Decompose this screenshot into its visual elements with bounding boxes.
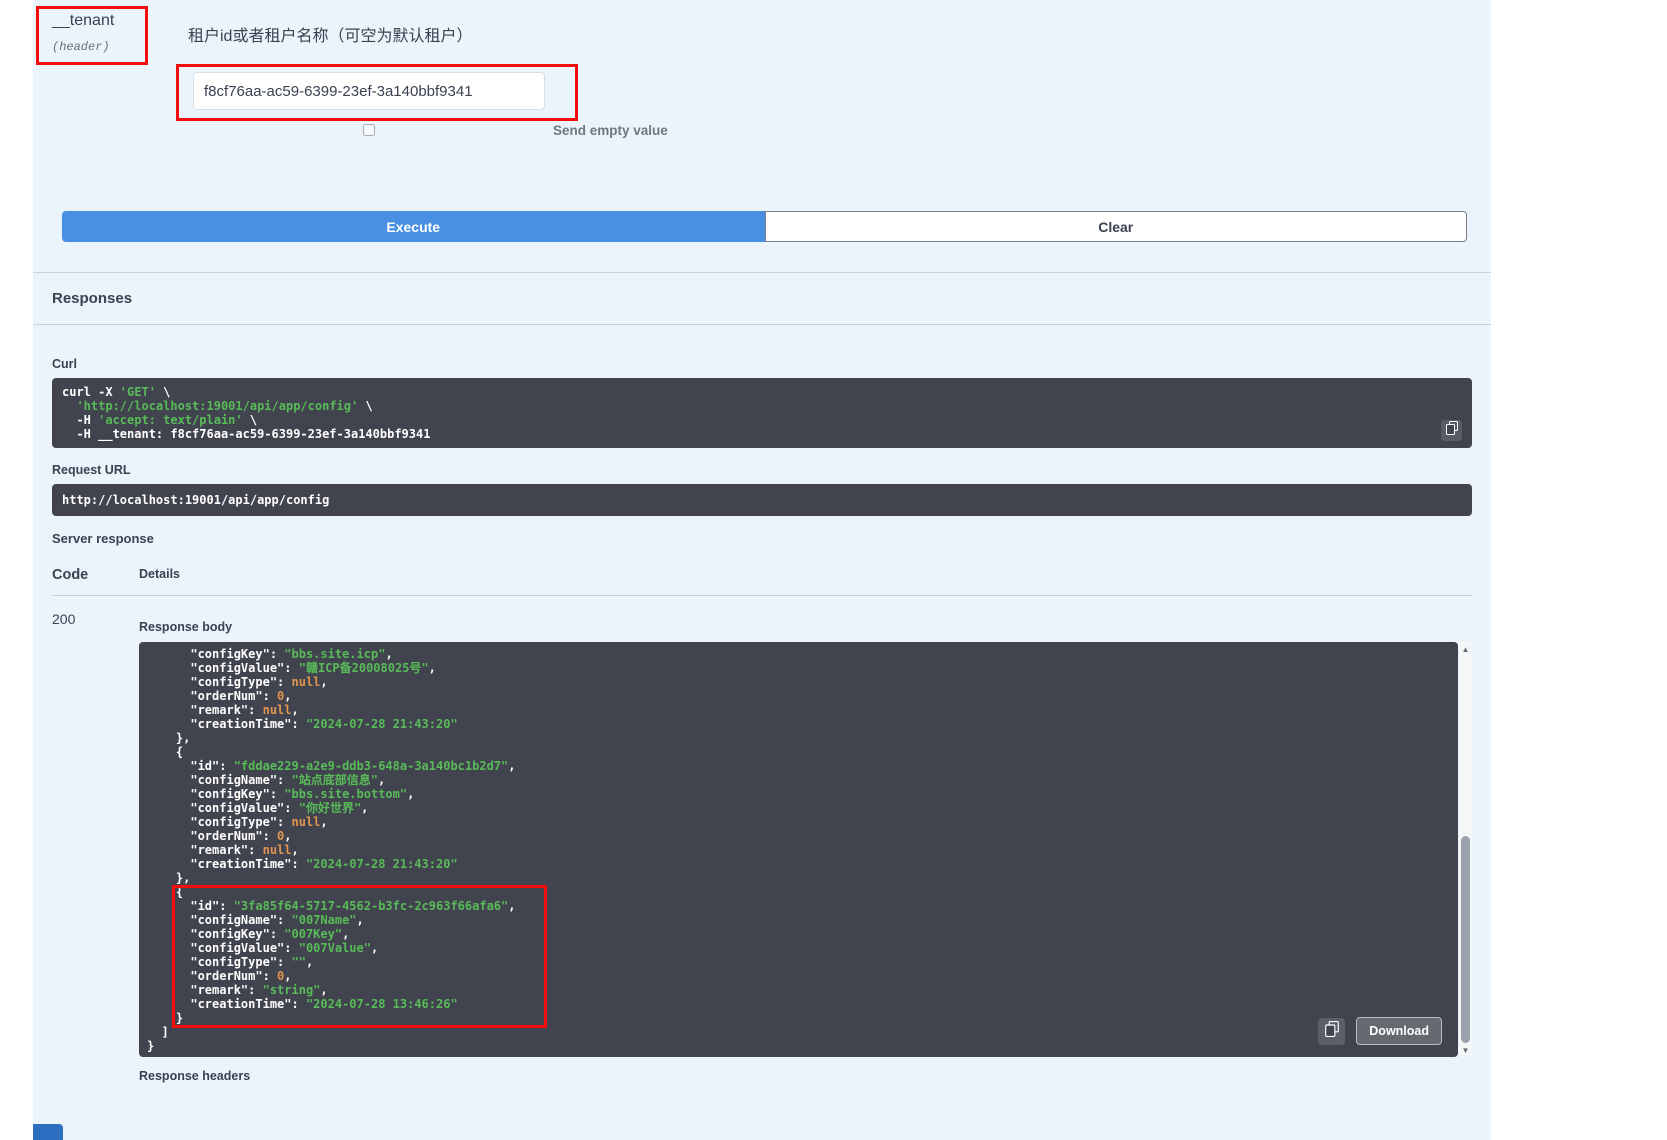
parameter-name: __tenant — [52, 12, 141, 30]
send-empty-checkbox[interactable] — [363, 124, 375, 136]
response-body-actions: Download — [1318, 1017, 1442, 1045]
parameter-description-column: 租户id或者租户名称（可空为默认租户） Send empty value — [188, 6, 1472, 143]
send-empty-label: Send empty value — [553, 123, 668, 138]
curl-command: curl -X 'GET' \ 'http://localhost:19001/… — [62, 385, 1462, 441]
request-url-label: Request URL — [52, 463, 1472, 477]
execute-wrapper: Execute Clear — [62, 211, 1467, 242]
request-url-value: http://localhost:19001/api/app/config — [62, 493, 1462, 507]
parameters-section: __tenant (header) 租户id或者租户名称（可空为默认租户） Se… — [33, 0, 1491, 143]
annotation-box-parameter-value — [176, 64, 578, 121]
response-body-label: Response body — [139, 620, 1472, 634]
response-body-scrollbar[interactable]: ▲ ▼ — [1459, 642, 1472, 1057]
opblock-body: __tenant (header) 租户id或者租户名称（可空为默认租户） Se… — [33, 0, 1491, 1140]
response-body-wrapper: "configKey": "bbs.site.icp", "configValu… — [139, 642, 1472, 1057]
curl-label: Curl — [52, 357, 1472, 371]
scrollbar-up-arrow[interactable]: ▲ — [1459, 642, 1472, 656]
responses-title: Responses — [52, 290, 132, 307]
parameter-location: (header) — [52, 40, 141, 54]
response-body-json: "configKey": "bbs.site.icp", "configValu… — [147, 647, 1450, 1053]
copy-curl-button[interactable] — [1441, 420, 1462, 441]
next-endpoint-method-chip[interactable] — [33, 1124, 63, 1140]
parameter-name-column: __tenant (header) — [52, 6, 188, 143]
curl-block: curl -X 'GET' \ 'http://localhost:19001/… — [52, 378, 1472, 448]
clipboard-icon — [1325, 1021, 1339, 1042]
server-response-row: 200 Response body "configKey": "bbs.site… — [52, 596, 1472, 1091]
execute-button[interactable]: Execute — [62, 211, 765, 242]
server-response-table-header: Code Details — [52, 558, 1472, 596]
copy-response-button[interactable] — [1318, 1018, 1345, 1045]
tenant-value-input[interactable] — [193, 72, 545, 110]
download-button[interactable]: Download — [1356, 1017, 1442, 1045]
scrollbar-thumb[interactable] — [1461, 836, 1470, 1043]
code-column-header: Code — [52, 567, 139, 583]
parameter-description: 租户id或者租户名称（可空为默认租户） — [188, 22, 1472, 46]
responses-body: Curl curl -X 'GET' \ 'http://localhost:1… — [33, 325, 1491, 1091]
clipboard-icon — [1446, 421, 1458, 440]
request-url-block: http://localhost:19001/api/app/config — [52, 484, 1472, 516]
response-details-cell: Response body "configKey": "bbs.site.icp… — [139, 596, 1472, 1091]
details-column-header: Details — [139, 567, 180, 583]
responses-header: Responses — [33, 272, 1491, 325]
server-response-label: Server response — [52, 531, 1472, 546]
response-body-block: "configKey": "bbs.site.icp", "configValu… — [139, 642, 1458, 1057]
server-response-table: Code Details 200 Response body "configKe… — [52, 558, 1472, 1091]
send-empty-row: Send empty value — [188, 123, 1472, 143]
status-code: 200 — [52, 596, 139, 1091]
clear-button[interactable]: Clear — [765, 211, 1468, 242]
scrollbar-down-arrow[interactable]: ▼ — [1459, 1043, 1472, 1057]
annotation-box-parameter-name: __tenant (header) — [36, 6, 148, 65]
response-headers-label: Response headers — [139, 1069, 1472, 1091]
